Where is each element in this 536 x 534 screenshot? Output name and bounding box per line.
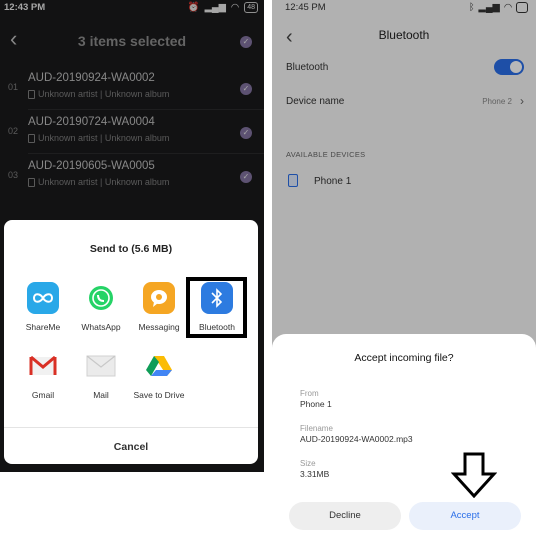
share-app-gmail[interactable]: Gmail bbox=[13, 350, 73, 410]
app-label: WhatsApp bbox=[81, 322, 121, 332]
shareme-icon bbox=[27, 282, 59, 314]
share-app-mail[interactable]: Mail bbox=[71, 350, 131, 410]
filename-value: AUD-20190924-WA0002.mp3 bbox=[300, 434, 413, 444]
share-sheet: Send to (5.6 MB) ShareMe WhatsApp Messag… bbox=[4, 220, 258, 464]
size-field: Size 3.31MB bbox=[300, 458, 329, 480]
decline-button[interactable]: Decline bbox=[289, 502, 401, 530]
accept-button[interactable]: Accept bbox=[409, 502, 521, 530]
mail-icon bbox=[85, 350, 117, 382]
incoming-file-dialog: Accept incoming file? From Phone 1 Filen… bbox=[272, 334, 536, 534]
down-arrow-icon bbox=[451, 452, 497, 498]
filename-label: Filename bbox=[300, 424, 333, 433]
share-title: Send to (5.6 MB) bbox=[89, 243, 173, 255]
from-label: From bbox=[300, 389, 319, 398]
app-label: Messaging bbox=[138, 322, 180, 332]
share-app-messaging[interactable]: Messaging bbox=[129, 282, 189, 342]
share-app-whatsapp[interactable]: WhatsApp bbox=[71, 282, 131, 342]
right-phone-screen: 12:45 PM ᛒ ▂▄▆ ◠ ‹ Bluetooth Bluetooth D… bbox=[272, 0, 536, 534]
left-phone-screen: 12:43 PM ⏰ ▂▄▆ ◠ 48 ‹ 3 items selected ✓… bbox=[0, 0, 264, 472]
app-label: Gmail bbox=[31, 390, 55, 400]
gmail-icon bbox=[27, 350, 59, 382]
app-label: Save to Drive bbox=[133, 390, 185, 400]
filename-field: Filename AUD-20190924-WA0002.mp3 bbox=[300, 423, 413, 445]
size-value: 3.31MB bbox=[300, 469, 330, 479]
size-label: Size bbox=[300, 459, 316, 468]
cancel-button[interactable]: Cancel bbox=[4, 441, 258, 453]
share-app-shareme[interactable]: ShareMe bbox=[13, 282, 73, 342]
bluetooth-highlight-box bbox=[186, 277, 247, 338]
from-field: From Phone 1 bbox=[300, 388, 332, 410]
dialog-title: Accept incoming file? bbox=[354, 352, 454, 364]
app-label: ShareMe bbox=[25, 322, 61, 332]
from-value: Phone 1 bbox=[300, 399, 332, 409]
drive-icon bbox=[143, 350, 175, 382]
app-label: Mail bbox=[93, 390, 109, 400]
share-app-drive[interactable]: Save to Drive bbox=[129, 350, 189, 410]
messaging-icon bbox=[143, 282, 175, 314]
whatsapp-icon bbox=[85, 282, 117, 314]
divider bbox=[4, 427, 258, 428]
